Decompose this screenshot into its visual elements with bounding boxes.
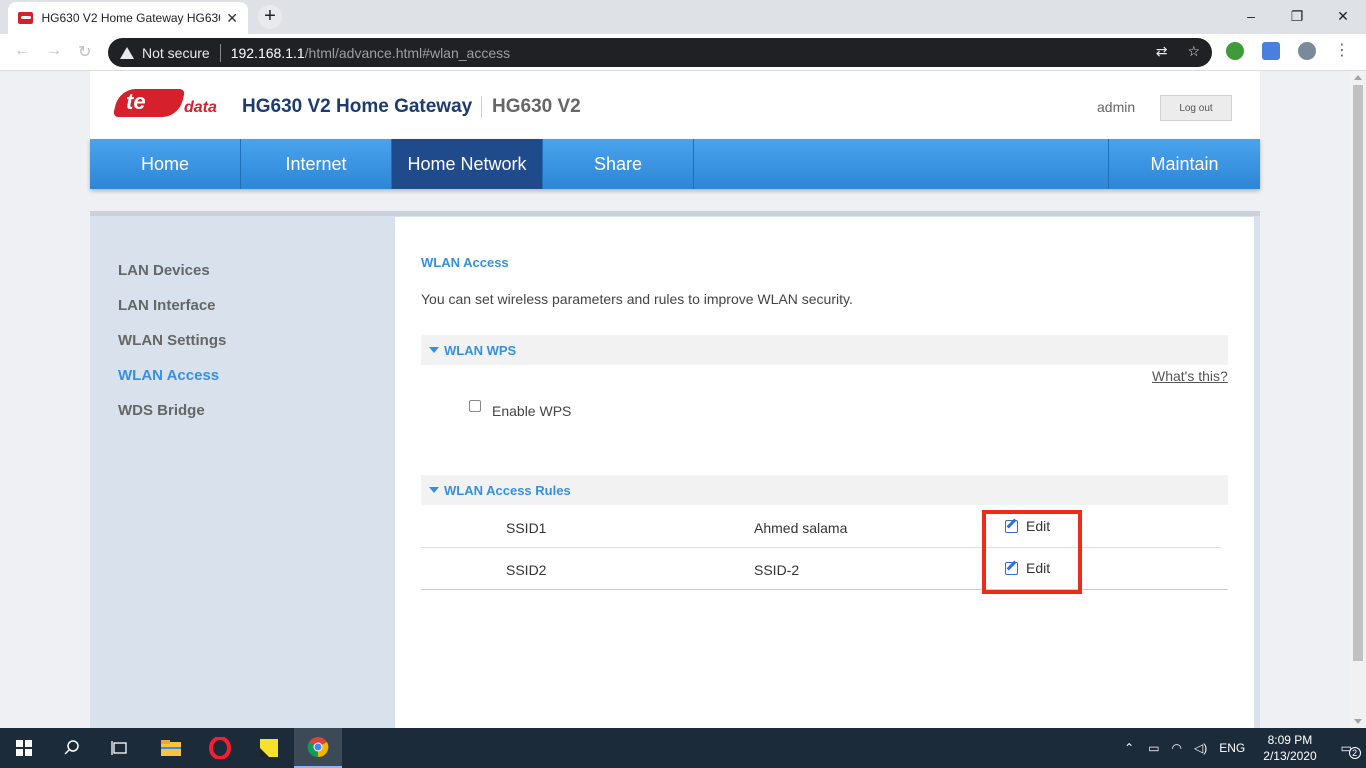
section-label: WLAN WPS: [444, 342, 517, 358]
page-scrollbar[interactable]: [1350, 71, 1366, 728]
page-header: te data HG630 V2 Home Gateway HG630 V2 a…: [90, 71, 1260, 139]
logo-mark: te: [126, 89, 146, 114]
edit-label: Edit: [1026, 560, 1051, 576]
wifi-icon[interactable]: ◠: [1172, 741, 1182, 755]
browser-toolbar: ← → ↻ Not secure 192.168.1.1 /html/advan…: [0, 34, 1366, 71]
clock[interactable]: 8:09 PM 2/13/2020: [1263, 732, 1316, 764]
restore-button[interactable]: ❐: [1274, 4, 1320, 28]
nav-maintain[interactable]: Maintain: [1108, 139, 1260, 189]
rule-ssid: SSID1: [506, 520, 547, 536]
tab-title: HG630 V2 Home Gateway HG630: [41, 11, 221, 25]
show-hidden-icons-icon[interactable]: ⌃: [1124, 741, 1134, 755]
te-data-favicon-icon: [18, 12, 34, 24]
globe-extension-icon[interactable]: [1226, 42, 1244, 60]
logo-text: data: [184, 99, 217, 116]
wlan-access-rules-section-header[interactable]: WLAN Access Rules: [421, 475, 1228, 505]
main-content: WLAN Access You can set wireless paramet…: [395, 217, 1254, 728]
task-view-icon[interactable]: [96, 728, 144, 768]
logout-button[interactable]: Log out: [1160, 95, 1232, 121]
url-divider: [219, 43, 221, 62]
browser-menu-icon[interactable]: ⋮: [1334, 42, 1350, 60]
nav-home[interactable]: Home: [90, 139, 241, 189]
file-explorer-icon[interactable]: [147, 728, 195, 768]
volume-icon[interactable]: ◁): [1194, 741, 1207, 755]
nav-internet[interactable]: Internet: [241, 139, 392, 189]
section-label: WLAN Access Rules: [444, 482, 571, 498]
sidebar-item-lan-devices[interactable]: LAN Devices: [118, 262, 226, 297]
system-tray: ⌃ ▭ ◠ ◁) ENG 8:09 PM 2/13/2020 ▭ 2: [1124, 728, 1366, 768]
warning-icon: [120, 46, 134, 59]
bookmark-star-icon[interactable]: ☆: [1187, 43, 1200, 60]
close-window-button[interactable]: ✕: [1320, 4, 1366, 28]
rule-network-name: Ahmed salama: [754, 520, 848, 536]
search-icon[interactable]: [48, 728, 96, 768]
main-nav: Home Internet Home Network Share Maintai…: [90, 139, 1260, 189]
collapse-caret-icon: [429, 487, 439, 493]
wlan-wps-section-header[interactable]: WLAN WPS: [421, 335, 1228, 365]
edit-label: Edit: [1026, 518, 1051, 534]
opera-browser-icon[interactable]: [196, 728, 244, 768]
tab-close-icon[interactable]: ✕: [226, 10, 238, 27]
sticky-notes-icon[interactable]: [245, 728, 293, 768]
minimize-button[interactable]: –: [1228, 4, 1274, 28]
page-viewport: te data HG630 V2 Home Gateway HG630 V2 a…: [0, 71, 1350, 728]
nav-share[interactable]: Share: [543, 139, 694, 189]
language-indicator[interactable]: ENG: [1219, 741, 1245, 755]
nav-home-network[interactable]: Home Network: [392, 139, 543, 189]
edit-button[interactable]: Edit: [1005, 518, 1050, 534]
product-title: HG630 V2 Home Gateway: [242, 96, 473, 117]
url-host: 192.168.1.1: [230, 44, 305, 61]
clock-time: 8:09 PM: [1267, 733, 1313, 747]
translate-extension-icon[interactable]: [1262, 42, 1280, 60]
reload-icon[interactable]: ↻: [78, 42, 91, 62]
windows-taskbar: ⌃ ▭ ◠ ◁) ENG 8:09 PM 2/13/2020 ▭ 2: [0, 728, 1366, 768]
page-description: You can set wireless parameters and rule…: [421, 291, 853, 307]
access-rules-table: SSID1 Ahmed salama Edit SSID2 SSID-2 Edi…: [421, 506, 1228, 590]
browser-tab[interactable]: HG630 V2 Home Gateway HG630 ✕: [8, 2, 248, 34]
notification-count: 2: [1348, 747, 1361, 759]
rule-network-name: SSID-2: [754, 562, 800, 578]
enable-wps-label: Enable WPS: [492, 403, 572, 419]
sidebar-item-wlan-settings[interactable]: WLAN Settings: [118, 332, 226, 367]
scrollbar-thumb[interactable]: [1353, 85, 1363, 661]
browser-tab-strip: HG630 V2 Home Gateway HG630 ✕ + – ❐ ✕: [0, 0, 1366, 34]
edit-button[interactable]: Edit: [1005, 560, 1050, 576]
rule-ssid: SSID2: [506, 562, 547, 578]
forward-arrow-icon[interactable]: →: [46, 42, 62, 60]
clock-date: 2/13/2020: [1263, 749, 1317, 763]
username-label: admin: [1097, 99, 1136, 115]
security-indicator[interactable]: Not secure: [142, 45, 210, 61]
table-row: SSID1 Ahmed salama Edit: [421, 506, 1221, 548]
collapse-caret-icon: [429, 347, 439, 353]
windows-start-icon[interactable]: [0, 728, 48, 768]
whats-this-link[interactable]: What's this?: [1152, 368, 1228, 384]
product-model: HG630 V2: [492, 96, 581, 117]
back-arrow-icon[interactable]: ←: [14, 42, 30, 60]
scroll-down-icon[interactable]: [1354, 719, 1362, 724]
title-divider: [481, 96, 482, 118]
chrome-browser-icon[interactable]: [294, 728, 342, 768]
edit-icon: [1005, 519, 1018, 533]
table-row: SSID2 SSID-2 Edit: [421, 548, 1228, 590]
settings-extension-icon[interactable]: [1298, 42, 1316, 60]
battery-icon[interactable]: ▭: [1148, 741, 1159, 755]
sidebar-item-wds-bridge[interactable]: WDS Bridge: [118, 402, 226, 437]
translate-icon[interactable]: ⇄: [1156, 43, 1168, 60]
edit-icon: [1005, 561, 1018, 575]
address-bar[interactable]: Not secure 192.168.1.1 /html/advance.htm…: [108, 38, 1212, 67]
sidebar-item-wlan-access[interactable]: WLAN Access: [118, 367, 226, 402]
sidebar-item-lan-interface[interactable]: LAN Interface: [118, 297, 226, 332]
url-path: /html/advance.html#wlan_access: [304, 44, 511, 61]
sidebar: LAN Devices LAN Interface WLAN Settings …: [118, 262, 226, 437]
notifications-icon[interactable]: ▭ 2: [1341, 741, 1361, 759]
page-title: WLAN Access: [421, 255, 509, 270]
te-data-logo: te data: [112, 87, 217, 121]
enable-wps-checkbox[interactable]: [469, 400, 481, 412]
new-tab-button[interactable]: +: [258, 5, 282, 29]
scroll-up-icon[interactable]: [1354, 75, 1362, 80]
